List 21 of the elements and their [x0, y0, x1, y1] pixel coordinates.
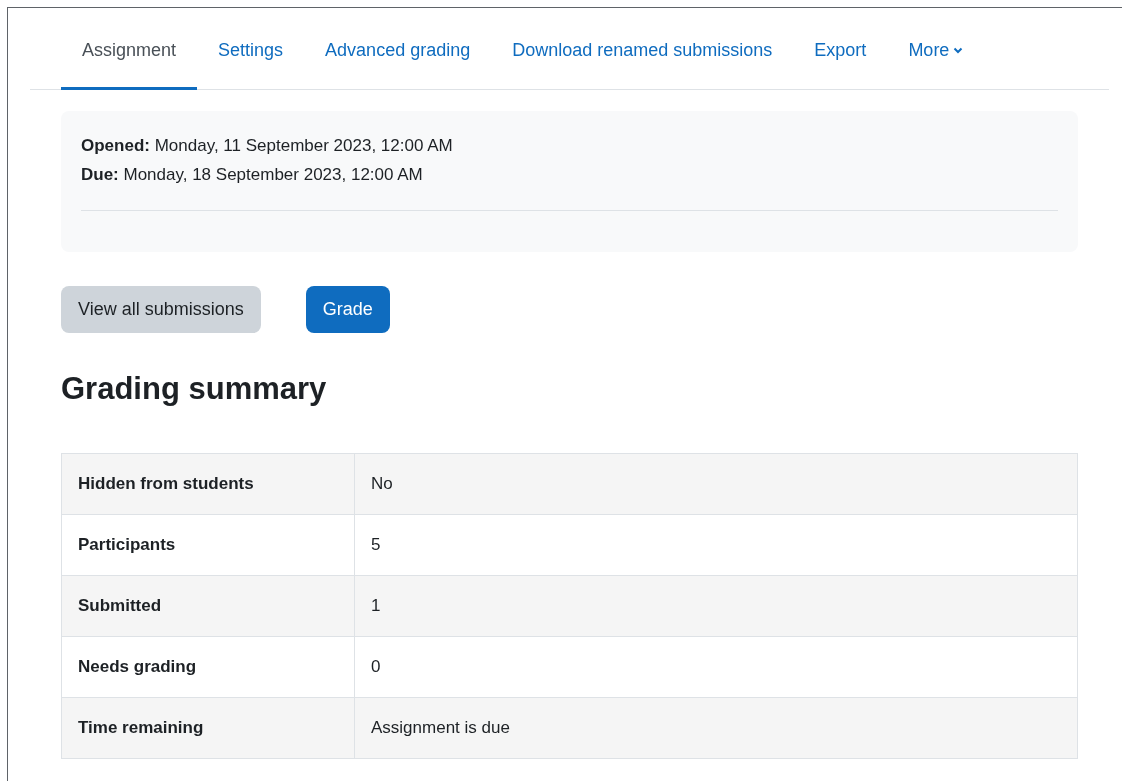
- nav-tab[interactable]: Assignment: [61, 31, 198, 90]
- table-cell: 0: [354, 636, 1078, 698]
- table-cell: No: [354, 453, 1078, 515]
- view-submissions-button[interactable]: View all submissions: [61, 286, 261, 333]
- row-label: Submitted: [61, 575, 355, 637]
- nav-tab[interactable]: More: [887, 31, 985, 90]
- row-label: Needs grading: [61, 636, 355, 698]
- date-line: Opened: Monday, 11 September 2023, 12:00 AM: [81, 135, 454, 157]
- nav-tab[interactable]: Advanced grading: [304, 31, 492, 90]
- table-cell: Assignment is due: [354, 697, 1078, 759]
- section-heading: Grading summary: [61, 370, 328, 408]
- nav-tab[interactable]: Settings: [197, 31, 305, 90]
- nav-tab[interactable]: Export: [793, 31, 888, 90]
- table-cell: 1: [354, 575, 1078, 637]
- table-cell: 5: [354, 514, 1078, 576]
- grade-button[interactable]: Grade: [305, 286, 390, 333]
- nav-tab[interactable]: Download renamed submissions: [491, 31, 794, 90]
- row-label: Time remaining: [61, 697, 355, 759]
- row-label: Participants: [61, 514, 355, 576]
- date-line: Due: Monday, 18 September 2023, 12:00 AM: [81, 164, 424, 186]
- row-label: Hidden from students: [61, 453, 355, 515]
